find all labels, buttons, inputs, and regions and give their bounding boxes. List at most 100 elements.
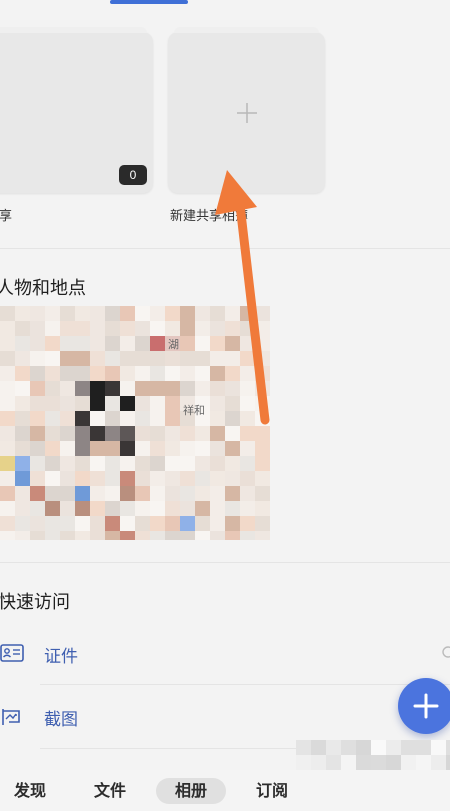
people-places-title[interactable]: 人物和地点 — [0, 274, 86, 300]
mosaic-tile — [180, 321, 195, 336]
nav-subscriptions[interactable]: 订阅 — [246, 778, 298, 804]
mosaic-tile — [120, 516, 135, 531]
mosaic-tile — [150, 441, 165, 456]
add-fab-button[interactable] — [398, 678, 450, 734]
chevron-right-icon — [442, 646, 450, 658]
mosaic-tile — [135, 441, 150, 456]
mosaic-tile — [165, 486, 180, 501]
mosaic-tile — [135, 501, 150, 516]
mosaic-tile — [75, 471, 90, 486]
mosaic-tile — [195, 336, 210, 351]
mosaic-tile — [120, 351, 135, 366]
nav-albums[interactable]: 相册 — [156, 778, 226, 804]
mosaic-tile — [150, 456, 165, 471]
mosaic-tile — [225, 516, 240, 531]
mosaic-tile — [105, 321, 120, 336]
mosaic-tile — [240, 396, 255, 411]
mosaic-tile — [120, 456, 135, 471]
mosaic-tile — [210, 426, 225, 441]
mosaic-tile — [90, 366, 105, 381]
noise-tile — [401, 755, 416, 770]
mosaic-tile — [150, 381, 165, 396]
mosaic-tile — [225, 471, 240, 486]
mosaic-tile — [0, 321, 15, 336]
mosaic-tile — [225, 306, 240, 321]
mosaic-tile — [135, 516, 150, 531]
mosaic-tile — [15, 441, 30, 456]
mosaic-tile — [75, 531, 90, 540]
mosaic-tile — [75, 381, 90, 396]
mosaic-tile — [0, 306, 15, 321]
quick-access-item-label: 证件 — [44, 647, 78, 667]
mosaic-tile — [210, 501, 225, 516]
mosaic-tile — [45, 516, 60, 531]
mosaic-tile — [60, 366, 75, 381]
mosaic-tile — [105, 366, 120, 381]
mosaic-tile — [135, 321, 150, 336]
mosaic-tile — [90, 516, 105, 531]
mosaic-tile — [180, 501, 195, 516]
mosaic-tile — [165, 321, 180, 336]
mosaic-tile — [75, 321, 90, 336]
mosaic-tile — [180, 426, 195, 441]
mosaic-tile — [45, 501, 60, 516]
mosaic-tile — [135, 336, 150, 351]
mosaic-tile — [135, 411, 150, 426]
mosaic-tile — [60, 486, 75, 501]
mosaic-tile — [105, 396, 120, 411]
mosaic-tile — [120, 441, 135, 456]
mosaic-tile — [255, 396, 270, 411]
mosaic-tile — [255, 366, 270, 381]
mosaic-tile — [30, 321, 45, 336]
new-shared-album-label: 新建共享相簿 — [170, 209, 249, 224]
mosaic-tile — [105, 336, 120, 351]
mosaic-tile — [15, 486, 30, 501]
people-places-map[interactable] — [0, 306, 270, 540]
noise-tile — [431, 740, 446, 755]
mosaic-tile — [60, 471, 75, 486]
mosaic-tile — [165, 351, 180, 366]
quick-access-item-screenshots[interactable]: 截图 — [0, 697, 450, 737]
mosaic-tile — [120, 471, 135, 486]
mosaic-tile — [150, 366, 165, 381]
mosaic-tile — [150, 471, 165, 486]
mosaic-tile — [15, 336, 30, 351]
map-place-label: 祥和 — [183, 404, 205, 417]
plus-icon — [413, 693, 439, 719]
mosaic-tile — [60, 396, 75, 411]
mosaic-tile — [45, 366, 60, 381]
new-shared-album-card[interactable] — [168, 27, 325, 193]
mosaic-tile — [30, 396, 45, 411]
mosaic-tile — [90, 381, 105, 396]
mosaic-tile — [75, 426, 90, 441]
mosaic-tile — [15, 426, 30, 441]
mosaic-tile — [75, 456, 90, 471]
shared-album-card[interactable]: 0 — [0, 27, 153, 193]
screenshot-icon — [2, 709, 20, 725]
mosaic-tile — [195, 351, 210, 366]
mosaic-tile — [75, 396, 90, 411]
mosaic-tile — [120, 501, 135, 516]
mosaic-tile — [30, 471, 45, 486]
nav-discover[interactable]: 发现 — [4, 778, 56, 804]
nav-files[interactable]: 文件 — [84, 778, 136, 804]
mosaic-tile — [120, 381, 135, 396]
mosaic-tile — [165, 516, 180, 531]
mosaic-tile — [15, 351, 30, 366]
mosaic-tile — [255, 381, 270, 396]
mosaic-tile — [105, 381, 120, 396]
mosaic-tile — [0, 501, 15, 516]
mosaic-tile — [60, 321, 75, 336]
mosaic-tile — [75, 516, 90, 531]
map-place-label: 湖 — [168, 338, 179, 351]
mosaic-tile — [255, 411, 270, 426]
mosaic-tile — [195, 456, 210, 471]
mosaic-tile — [210, 321, 225, 336]
mosaic-tile — [15, 396, 30, 411]
mosaic-tile — [0, 456, 15, 471]
quick-access-item-documents[interactable]: 证件 — [0, 634, 450, 674]
mosaic-tile — [90, 426, 105, 441]
mosaic-tile — [150, 486, 165, 501]
mosaic-tile — [240, 336, 255, 351]
mosaic-tile — [45, 321, 60, 336]
